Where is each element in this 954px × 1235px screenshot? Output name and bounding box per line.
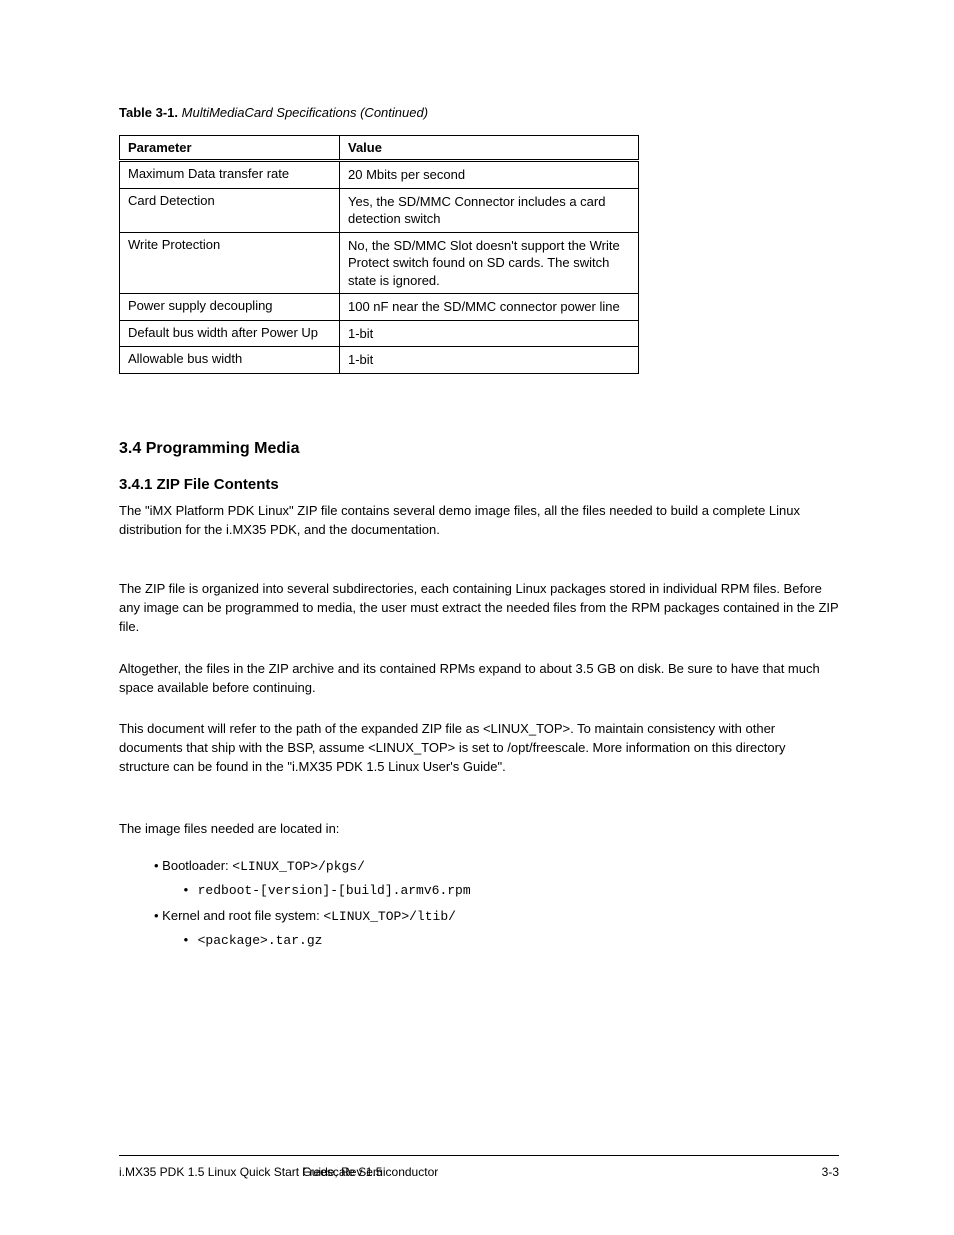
sublist: redboot-[version]-[build].armv6.rpm [182, 881, 834, 901]
paragraph: The ZIP file is organized into several s… [119, 580, 839, 637]
spec-table: Parameter Value Maximum Data transfer ra… [119, 135, 639, 374]
paragraph: This document will refer to the path of … [119, 720, 839, 777]
table-header-value: Value [340, 136, 639, 161]
list-item: <package>.tar.gz [182, 931, 834, 951]
image-location-list: Bootloader: <LINUX_TOP>/pkgs/ redboot-[v… [154, 856, 834, 956]
section-heading-media: 3.4 Programming Media [119, 440, 300, 458]
table-cell-value: 20 Mbits per second [340, 161, 639, 189]
table-header-parameter: Parameter [120, 136, 340, 161]
table-cell-param: Allowable bus width [120, 347, 340, 374]
footer-rule [119, 1155, 839, 1156]
table-row: Write Protection No, the SD/MMC Slot doe… [120, 232, 639, 294]
paragraph: Altogether, the files in the ZIP archive… [119, 660, 839, 698]
table-cell-value: 100 nF near the SD/MMC connector power l… [340, 294, 639, 321]
list-item: Bootloader: <LINUX_TOP>/pkgs/ redboot-[v… [154, 856, 834, 900]
sublist: <package>.tar.gz [182, 931, 834, 951]
table-caption: Table 3-1. MultiMediaCard Specifications… [119, 105, 428, 120]
table-cell-param: Write Protection [120, 232, 340, 294]
list-item: redboot-[version]-[build].armv6.rpm [182, 881, 834, 901]
section-heading-zip: 3.4.1 ZIP File Contents [119, 476, 279, 493]
footer-page-number: 3-3 [822, 1165, 839, 1179]
list-item-prefix: Kernel and root file system: [162, 908, 323, 923]
table-cell-value: 1-bit [340, 320, 639, 347]
paragraph: The "iMX Platform PDK Linux" ZIP file co… [119, 502, 839, 540]
list-item-path: <LINUX_TOP>/pkgs/ [232, 859, 365, 874]
table-caption-label: Table 3-1. [119, 105, 178, 120]
table-cell-param: Default bus width after Power Up [120, 320, 340, 347]
table-row: Allowable bus width 1-bit [120, 347, 639, 374]
list-item: Kernel and root file system: <LINUX_TOP>… [154, 906, 834, 950]
list-item-prefix: Bootloader: [162, 858, 232, 873]
table-cell-value: No, the SD/MMC Slot doesn't support the … [340, 232, 639, 294]
table-cell-value: Yes, the SD/MMC Connector includes a car… [340, 188, 639, 232]
table-row: Default bus width after Power Up 1-bit [120, 320, 639, 347]
paragraph: The image files needed are located in: [119, 820, 839, 839]
table-cell-value: 1-bit [340, 347, 639, 374]
table-cell-param: Card Detection [120, 188, 340, 232]
table-row: Power supply decoupling 100 nF near the … [120, 294, 639, 321]
table-caption-text: MultiMediaCard Specifications (Continued… [182, 105, 428, 120]
table-row: Maximum Data transfer rate 20 Mbits per … [120, 161, 639, 189]
table-cell-param: Power supply decoupling [120, 294, 340, 321]
list-item-path: <LINUX_TOP>/ltib/ [323, 909, 456, 924]
table-cell-param: Maximum Data transfer rate [120, 161, 340, 189]
footer-right: Freescale Semiconductor 3-3 [302, 1165, 839, 1179]
footer-company: Freescale Semiconductor [302, 1165, 438, 1179]
table-row: Card Detection Yes, the SD/MMC Connector… [120, 188, 639, 232]
